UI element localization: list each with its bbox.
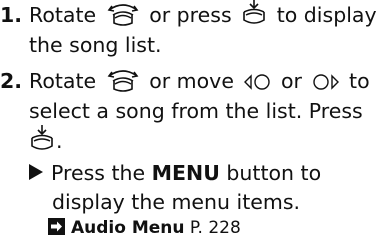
step-text: to display: [276, 3, 377, 27]
reference-title[interactable]: Audio Menu: [71, 218, 185, 238]
step-text: .: [56, 129, 63, 153]
step-2-line-1: Rotate or move or to: [29, 66, 370, 96]
note-text: display the menu items.: [52, 190, 301, 214]
step-text: select a song from the list. Press: [29, 99, 363, 123]
step-text: or: [281, 69, 302, 93]
step-2-line-2: select a song from the list. Press: [29, 96, 363, 126]
step-number: 2.: [0, 69, 23, 93]
step-2: 2. Rotate or move or to select a song fr…: [0, 66, 384, 158]
step-1-line-2: the song list.: [29, 30, 162, 60]
reference-page: P. 228: [189, 218, 241, 238]
press-knob-icon: [241, 0, 267, 26]
step-text: or move: [149, 69, 234, 93]
triangle-bullet-icon: [29, 164, 43, 180]
step-2-line-3: .: [29, 124, 63, 156]
cross-reference[interactable]: Audio Menu P. 228: [48, 217, 241, 239]
step-number: 1.: [0, 3, 23, 27]
step-text: Rotate: [29, 3, 97, 27]
note-text: button to: [226, 161, 322, 185]
note-line-1: Press the MENU button to: [29, 158, 321, 188]
note-text: Press the: [51, 161, 146, 185]
rotate-knob-icon: [106, 67, 140, 93]
rotate-knob-icon: [106, 1, 140, 27]
step-text: Rotate: [29, 69, 97, 93]
note-line-2: display the menu items.: [52, 187, 300, 217]
reference-arrow-icon: [48, 217, 65, 235]
step-1: 1. Rotate or press to display the song l…: [0, 0, 384, 60]
step-text: the song list.: [29, 33, 162, 57]
step-text: or press: [149, 3, 232, 27]
move-right-icon: [312, 72, 340, 92]
step-1-line-1: Rotate or press to display: [29, 0, 377, 30]
menu-button-name: MENU: [151, 161, 220, 185]
move-left-icon: [243, 72, 271, 92]
press-knob-icon: [29, 124, 55, 152]
step-text: to: [349, 69, 370, 93]
